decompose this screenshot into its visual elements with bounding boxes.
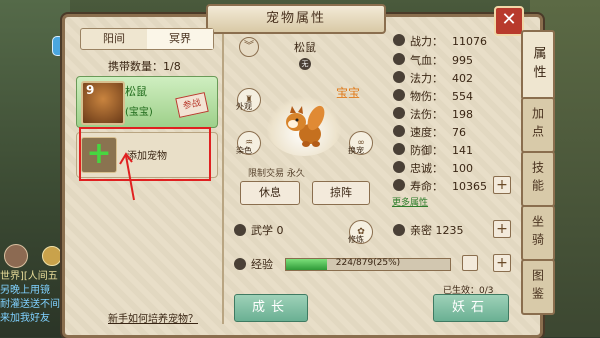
swap-label: 换宠 xyxy=(348,146,364,155)
arrow-icon xyxy=(119,152,135,201)
tab-attributes[interactable]: 属性 xyxy=(521,30,555,100)
rest-button[interactable]: 休息 xyxy=(240,181,300,205)
grow-button[interactable]: 成长 xyxy=(234,294,308,322)
tab-mingjie[interactable]: 冥界 xyxy=(147,29,213,49)
effective-count: 已生效：0/3 xyxy=(443,286,494,296)
stat-icon xyxy=(393,125,405,137)
battle-status-badge: 参战 xyxy=(175,92,209,118)
stat-icon xyxy=(393,179,405,191)
stat-magic-dmg: 法伤： 198 xyxy=(410,108,473,121)
tab-mount[interactable]: 坐骑 xyxy=(521,205,555,261)
tab-yangjian[interactable]: 阳间 xyxy=(81,29,147,49)
stat-lifespan: 寿命： 10365 xyxy=(410,180,487,193)
stat-icon xyxy=(393,89,405,101)
emoji-icon[interactable] xyxy=(42,246,62,266)
help-link[interactable]: 新手如何培养宠物？ xyxy=(108,310,198,325)
intimacy-value: 1235 xyxy=(435,224,464,237)
intimacy-row: 亲密 1235 xyxy=(410,222,464,238)
stat-mp: 法力： 402 xyxy=(410,72,473,85)
exp-text: 224/879(25%) xyxy=(335,258,401,268)
chat-panel[interactable]: 世界][人间五 另晚上用镜 耐灌送送不间 来加我好友 xyxy=(0,270,66,326)
intimacy-plus-button[interactable]: + xyxy=(493,220,511,238)
stat-icon xyxy=(393,107,405,119)
tab-codex[interactable]: 图鉴 xyxy=(521,259,555,315)
stat-icon xyxy=(393,34,405,46)
lifespan-plus-button[interactable]: + xyxy=(493,176,511,194)
demon-stone-button[interactable]: 妖石 xyxy=(433,294,509,322)
realm-tabs: 阳间 冥界 xyxy=(80,28,214,50)
pet-type: (宝宝) xyxy=(125,107,153,118)
cultivate-label: 修炼 xyxy=(348,235,364,244)
wuxue-icon xyxy=(234,224,246,236)
stat-icon xyxy=(393,161,405,173)
wuxue-value: 0 xyxy=(276,224,284,237)
tab-add-points[interactable]: 加点 xyxy=(521,97,555,153)
exp-bar: 224/879(25%) xyxy=(285,258,451,271)
highlight-box xyxy=(79,127,211,181)
intimacy-label: 亲密 xyxy=(410,224,432,237)
panel-divider xyxy=(222,34,224,324)
stat-icon xyxy=(393,53,405,65)
intimacy-icon xyxy=(393,224,405,236)
stat-defense: 防御： 141 xyxy=(410,144,473,157)
exp-label: 经验 xyxy=(251,258,273,271)
pet-card-songshu[interactable]: 9 松鼠 (宝宝) 参战 xyxy=(76,76,218,128)
exp-plus-button[interactable]: + xyxy=(493,254,511,272)
gender-badge: 无 xyxy=(299,58,311,70)
window-title: 宠物属性 xyxy=(206,4,386,34)
tab-skills[interactable]: 技能 xyxy=(521,151,555,207)
carry-count: 携带数量：1/8 xyxy=(108,58,181,74)
stat-hp: 气血： 995 xyxy=(410,54,473,67)
chat-line: 另晚上用镜 xyxy=(0,285,50,296)
wuxue-label: 武学 xyxy=(251,224,273,237)
stat-phys-dmg: 物伤： 554 xyxy=(410,90,473,103)
pet-title-name: 松鼠 xyxy=(294,41,316,54)
stat-loyalty: 忠诚： 100 xyxy=(410,162,473,175)
wuxue-row: 武学 0 xyxy=(251,222,284,238)
close-button[interactable]: ✕ xyxy=(494,6,524,36)
baby-badge: 宝宝 xyxy=(336,86,361,100)
chat-line: 来加我好友 xyxy=(0,313,50,324)
stat-icon xyxy=(393,71,405,83)
pet-level: 9 xyxy=(86,83,95,97)
chat-line: 耐灌送送不间 xyxy=(0,299,60,310)
stat-icon xyxy=(393,143,405,155)
carry-label: 携带数量： xyxy=(108,60,163,73)
chevron-down-icon[interactable]: ︾ xyxy=(239,37,259,57)
pet-avatar: 9 xyxy=(81,81,125,125)
trade-limit-text: 限制交易 永久 xyxy=(248,169,305,179)
pet-name: 松鼠 xyxy=(125,85,147,98)
lock-icon[interactable] xyxy=(462,255,478,271)
more-attributes-link[interactable]: 更多属性 xyxy=(392,195,428,208)
dye-label: 染色 xyxy=(236,146,252,155)
carry-value: 1/8 xyxy=(163,60,181,73)
formation-button[interactable]: 掠阵 xyxy=(312,181,370,205)
chat-line: 世界][人间五 xyxy=(0,271,58,282)
exp-icon xyxy=(234,258,246,270)
appearance-label: 外观 xyxy=(236,102,252,111)
stat-power: 战力： 11076 xyxy=(410,35,487,48)
squirrel-model xyxy=(286,105,325,147)
stat-speed: 速度： 76 xyxy=(410,126,466,139)
chat-avatar-icon[interactable] xyxy=(4,244,28,268)
